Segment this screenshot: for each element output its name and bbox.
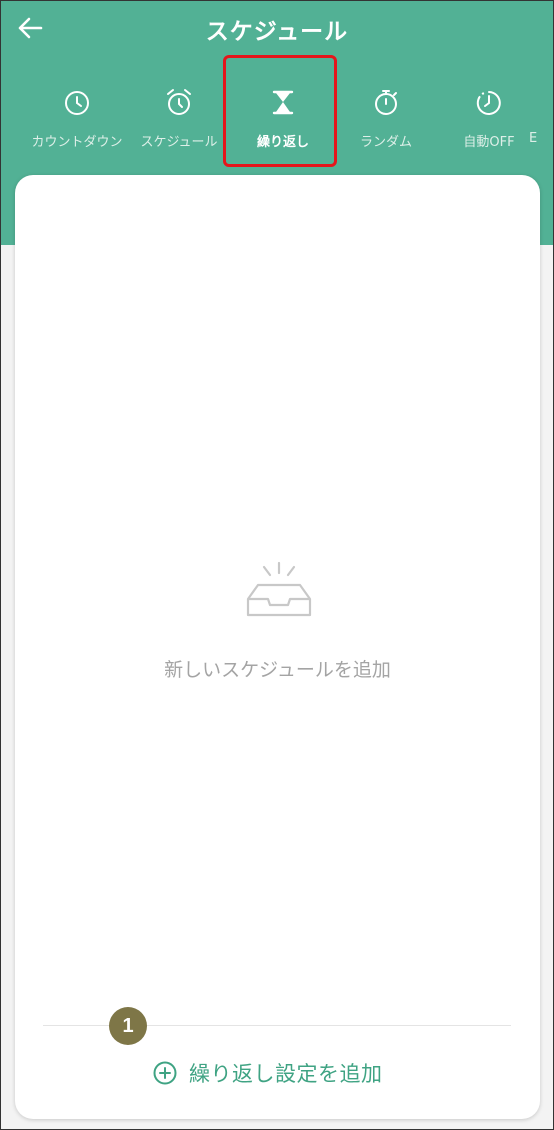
plus-circle-icon <box>153 1061 177 1085</box>
empty-inbox-icon <box>246 561 312 617</box>
clock-icon <box>65 91 89 115</box>
tab-countdown[interactable]: カウントダウン <box>25 85 129 165</box>
timer-icon <box>476 91 501 115</box>
tab-auto-off[interactable]: 自動OFF <box>437 85 541 165</box>
tab-label: スケジュール <box>140 135 218 150</box>
tab-label: E <box>529 131 538 146</box>
step-badge: 1 <box>109 1007 147 1045</box>
empty-state-text: 新しいスケジュールを追加 <box>164 659 391 681</box>
tab-partial[interactable]: E <box>529 85 553 165</box>
tab-random[interactable]: ランダム <box>334 85 438 165</box>
tab-schedule[interactable]: スケジュール <box>127 85 231 165</box>
page-title: スケジュール <box>205 19 349 45</box>
alarm-clock-icon <box>167 89 191 115</box>
tab-label: ランダム <box>359 135 412 150</box>
add-repeat-label: 繰り返し設定を追加 <box>189 1062 383 1086</box>
add-repeat-button[interactable]: 繰り返し設定を追加 <box>153 1057 383 1089</box>
tab-highlight-frame <box>223 55 337 167</box>
app-screen: スケジュール カウントダウン スケジュール 繰り返し ランダム 自動OFF E … <box>0 0 554 1130</box>
stopwatch-icon <box>375 90 397 115</box>
tab-label: 自動OFF <box>463 135 515 150</box>
tab-label: カウントダウン <box>31 135 123 150</box>
content-card: 新しいスケジュールを追加 1 繰り返し設定を追加 <box>15 175 540 1119</box>
